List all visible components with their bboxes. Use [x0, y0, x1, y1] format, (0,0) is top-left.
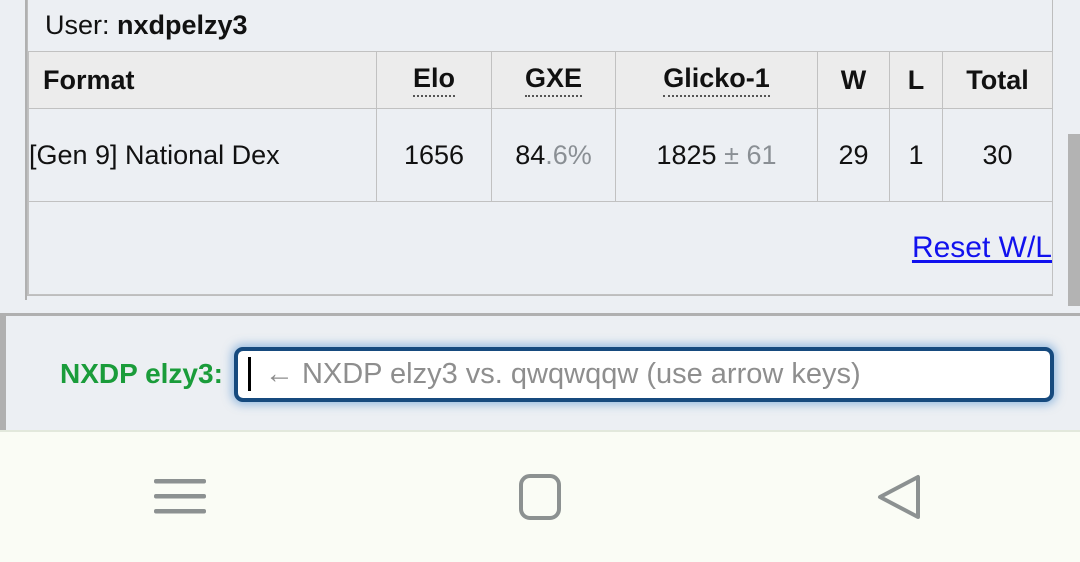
reset-row: Reset W/L — [28, 201, 1053, 296]
vertical-scrollbar[interactable] — [1068, 0, 1080, 313]
chat-input-bar: NXDP elzy3: ← NXDP elzy3 vs. qwqwqqw (us… — [0, 313, 1080, 434]
username-value: nxdpelzy3 — [117, 10, 248, 40]
nav-home-button[interactable] — [465, 452, 615, 542]
chat-message-input[interactable]: ← NXDP elzy3 vs. qwqwqqw (use arrow keys… — [233, 346, 1054, 402]
cell-glicko-rating: 1825 — [656, 140, 717, 171]
rounded-square-home-icon — [519, 474, 561, 520]
cell-glicko-plusminus: ± — [724, 140, 739, 171]
reset-wl-link[interactable]: Reset W/L — [912, 231, 1052, 264]
table-header-row: Format Elo GXE Glicko-1 W L Total — [28, 51, 1053, 110]
chat-input-placeholder: ← NXDP elzy3 vs. qwqwqqw (use arrow keys… — [264, 357, 861, 390]
column-header-gxe[interactable]: GXE — [491, 51, 616, 110]
text-caret — [247, 357, 251, 391]
nav-back-button[interactable] — [825, 452, 975, 542]
room-body: User: nxdpelzy3 Format Elo GXE Glicko-1 … — [0, 0, 1080, 313]
app-root: User: nxdpelzy3 Format Elo GXE Glicko-1 … — [0, 0, 1080, 562]
column-header-total-label: Total — [966, 64, 1029, 95]
cell-gxe-fraction: .6% — [545, 139, 592, 170]
column-header-wins: W — [817, 51, 890, 110]
cell-gxe: 84.6% — [491, 108, 616, 203]
column-header-losses: L — [889, 51, 943, 110]
cell-glicko-deviation: 61 — [746, 140, 777, 171]
cell-wins: 29 — [817, 108, 890, 203]
column-header-glicko[interactable]: Glicko-1 — [615, 51, 818, 110]
column-header-format-label: Format — [43, 64, 135, 95]
column-header-format: Format — [28, 51, 377, 110]
column-header-elo[interactable]: Elo — [376, 51, 492, 110]
user-header: User: nxdpelzy3 — [28, 0, 1052, 52]
column-header-total: Total — [942, 51, 1053, 110]
cell-gxe-whole: 84 — [515, 139, 546, 170]
vertical-scrollbar-thumb[interactable] — [1068, 134, 1080, 306]
cell-losses: 1 — [889, 108, 943, 203]
hamburger-menu-icon — [154, 479, 206, 514]
column-header-wins-label: W — [840, 64, 867, 95]
column-header-gxe-label: GXE — [524, 63, 583, 97]
nav-recents-button[interactable] — [105, 452, 255, 542]
chat-bar-left-rule — [0, 314, 6, 434]
user-label: User: — [45, 10, 110, 40]
column-header-glicko-label: Glicko-1 — [663, 63, 770, 97]
android-navigation-bar — [0, 432, 1080, 562]
cell-glicko: 1825 ± 61 — [615, 108, 818, 203]
cell-elo: 1656 — [376, 108, 492, 203]
column-header-losses-label: L — [907, 64, 925, 95]
column-header-elo-label: Elo — [412, 63, 455, 97]
cell-format: [Gen 9] National Dex — [28, 108, 377, 203]
reset-cell: Reset W/L — [28, 201, 1053, 296]
ladder-table: Format Elo GXE Glicko-1 W L Total [Gen 9… — [28, 51, 1053, 296]
ladder-table-body: [Gen 9] National Dex 1656 84.6% 1825 ± 6… — [28, 108, 1053, 296]
chat-username-label[interactable]: NXDP elzy3: — [60, 358, 223, 390]
chat-input-wrapper: ← NXDP elzy3 vs. qwqwqqw (use arrow keys… — [233, 346, 1054, 402]
ladder-ratings-panel: User: nxdpelzy3 Format Elo GXE Glicko-1 … — [27, 0, 1053, 297]
ladder-table-head: Format Elo GXE Glicko-1 W L Total — [28, 51, 1053, 110]
cell-total: 30 — [942, 108, 1053, 203]
table-row: [Gen 9] National Dex 1656 84.6% 1825 ± 6… — [28, 108, 1053, 203]
triangle-back-icon — [878, 475, 920, 519]
